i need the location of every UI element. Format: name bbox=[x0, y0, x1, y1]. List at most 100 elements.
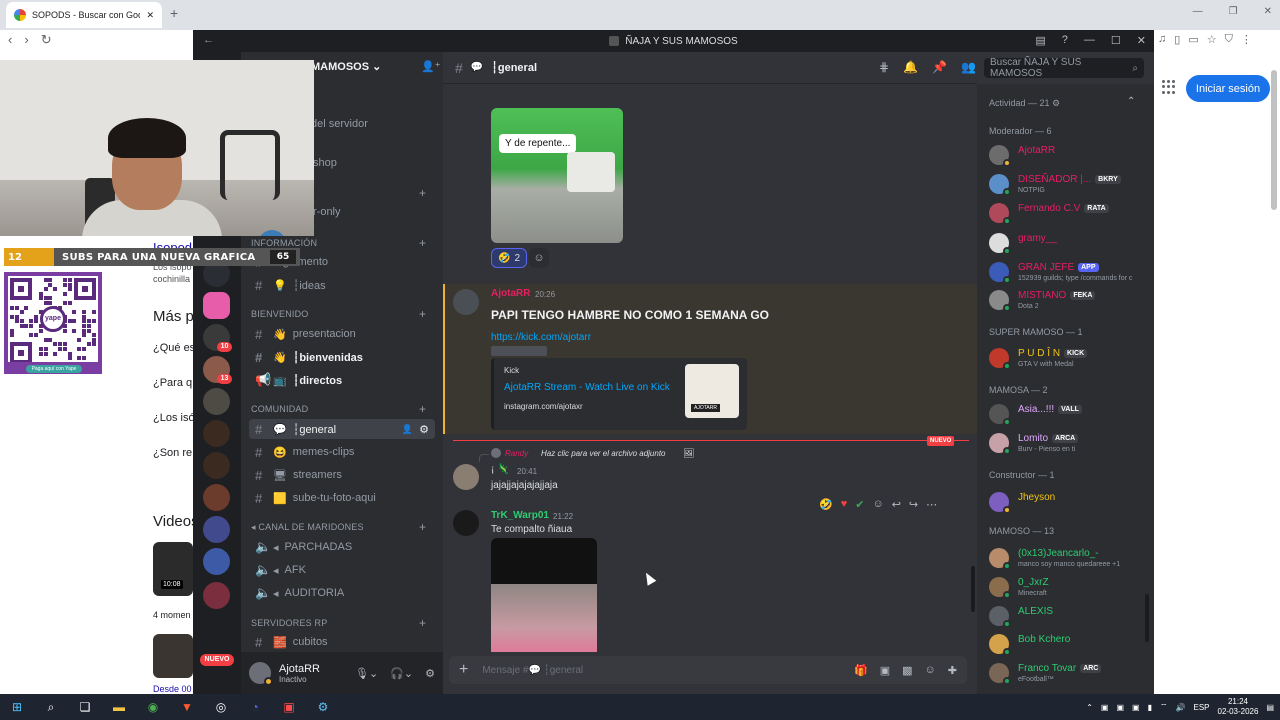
message-author[interactable]: AjotaRR bbox=[491, 288, 530, 299]
video-thumbnail-2[interactable] bbox=[153, 634, 193, 678]
channel-memes-clips[interactable]: # 😆 memes-clips bbox=[249, 442, 435, 462]
tray-app-icon[interactable]: ▣ bbox=[1116, 703, 1124, 712]
browser-tab[interactable]: SOPODS - Buscar con Google ✕ bbox=[6, 2, 162, 28]
channel-directos[interactable]: 📢 📺 ┆directos bbox=[249, 370, 435, 390]
close-tab-icon[interactable]: ✕ bbox=[146, 10, 154, 21]
add-channel-icon[interactable]: + bbox=[419, 236, 426, 250]
minimize-icon[interactable]: — bbox=[1193, 6, 1203, 17]
member-scrollbar[interactable] bbox=[1145, 594, 1149, 642]
restore-icon[interactable]: ❐ bbox=[1229, 6, 1238, 17]
add-member-icon[interactable]: 👤 bbox=[402, 424, 413, 435]
reload-icon[interactable]: ↻ bbox=[41, 32, 52, 48]
add-reaction-icon[interactable]: ☺ bbox=[872, 498, 883, 511]
brave-icon[interactable]: ▼ bbox=[170, 694, 204, 720]
server-icon[interactable] bbox=[203, 548, 230, 575]
heart-emoji-icon[interactable]: ♥ bbox=[841, 498, 848, 511]
maximize-icon[interactable]: ☐ bbox=[1111, 34, 1121, 47]
add-channel-icon[interactable]: + bbox=[419, 402, 426, 416]
member-item[interactable]: (0x13)Jeancarlo_- manco soy manco quedare… bbox=[989, 544, 1149, 572]
chevron-up-icon[interactable]: ⌃ bbox=[1127, 96, 1135, 107]
volume-icon[interactable]: 🔊 bbox=[1176, 703, 1186, 712]
embed-thumbnail[interactable]: AJOTARR bbox=[685, 364, 739, 418]
bell-icon[interactable]: 🔔 bbox=[903, 60, 918, 74]
voice-channel-parchadas[interactable]: 🔈 ◂ PARCHADAS bbox=[249, 537, 435, 557]
question-3[interactable]: ¿Los isó bbox=[153, 412, 195, 424]
category-maridones[interactable]: ◂ CANAL DE MARIDONES bbox=[251, 522, 364, 533]
server-icon[interactable] bbox=[203, 582, 230, 609]
reply-icon[interactable]: ↩ bbox=[892, 498, 901, 511]
upload-plus-icon[interactable]: + bbox=[459, 661, 468, 679]
member-item[interactable]: Bob Kchero bbox=[989, 630, 1149, 658]
search-input[interactable]: Buscar ÑAJA Y SUS MAMOSOS ⌕ bbox=[984, 57, 1144, 79]
server-icon[interactable] bbox=[203, 452, 230, 479]
member-item[interactable]: GRAN JEFE APP 152939 guilds; type /command… bbox=[989, 258, 1149, 286]
member-item[interactable]: Lomito ARCA Burv - Pienso en ti bbox=[989, 429, 1149, 457]
chat-scrollbar-thumb[interactable] bbox=[971, 566, 975, 612]
tray-app-icon[interactable]: ▣ bbox=[1132, 703, 1140, 712]
add-channel-icon[interactable]: + bbox=[419, 186, 426, 200]
chevron-up-icon[interactable]: ⌃ bbox=[1086, 703, 1093, 712]
obs-icon[interactable]: ◎ bbox=[204, 694, 238, 720]
server-icon[interactable] bbox=[203, 516, 230, 543]
video-thumbnail[interactable]: 10:08 bbox=[153, 542, 193, 596]
question-2[interactable]: ¿Para q bbox=[153, 377, 192, 389]
member-item[interactable]: ALEXIS bbox=[989, 602, 1149, 630]
server-icon[interactable] bbox=[203, 292, 230, 319]
gear-icon[interactable]: ⚙ bbox=[1052, 98, 1060, 108]
app-icon[interactable]: ▣ bbox=[272, 694, 306, 720]
category-bienvenido[interactable]: BIENVENIDO bbox=[251, 309, 309, 319]
member-item[interactable]: Franco Tovar ARC eFootball™ bbox=[989, 659, 1149, 687]
member-item[interactable]: Jheyson bbox=[989, 488, 1149, 516]
task-view-icon[interactable]: ❏ bbox=[68, 694, 102, 720]
member-item[interactable]: Fernando C.V RATA bbox=[989, 199, 1149, 227]
add-channel-icon[interactable]: + bbox=[419, 520, 426, 534]
channel-presentacion[interactable]: # 👋 presentacion bbox=[249, 324, 435, 344]
category-servidores[interactable]: SERVIDORES RP bbox=[251, 618, 327, 628]
more-icon[interactable]: ⋯ bbox=[926, 498, 937, 511]
hidden-channel[interactable]: shop bbox=[313, 157, 337, 169]
member-item[interactable]: Asia...!!! VALL bbox=[989, 400, 1149, 428]
channel-ideas[interactable]: # 💡 ┆ideas bbox=[249, 275, 435, 295]
hidden-channel[interactable]: r-only bbox=[313, 206, 341, 218]
emoji-icon[interactable]: ☺ bbox=[925, 664, 936, 677]
close-icon[interactable]: ✕ bbox=[1137, 34, 1146, 47]
chrome-icon[interactable]: ◉ bbox=[136, 694, 170, 720]
language-indicator[interactable]: ESP bbox=[1194, 703, 1210, 712]
message-link[interactable]: https://kick.com/ajotarr bbox=[491, 332, 591, 343]
headphones-icon[interactable]: 🎧⌄ bbox=[390, 667, 413, 680]
forward-icon[interactable]: ↪ bbox=[909, 498, 918, 511]
spoiler-block[interactable] bbox=[491, 346, 547, 356]
member-item[interactable]: DISEÑADOR |... BKRY NOTPIG bbox=[989, 170, 1149, 198]
channel-streamers[interactable]: # 🖥 streamers bbox=[249, 465, 435, 485]
question-1[interactable]: ¿Qué es bbox=[153, 342, 195, 354]
laugh-emoji-icon[interactable]: 🤣 bbox=[819, 498, 833, 511]
member-item[interactable]: AjotaRR bbox=[989, 141, 1149, 169]
channel-bienvenidas[interactable]: # 👋 ┆bienvenidas bbox=[249, 347, 435, 367]
add-channel-icon[interactable]: + bbox=[419, 616, 426, 630]
apps-icon[interactable]: ✚ bbox=[948, 664, 957, 677]
server-name[interactable]: MAMOSOS ⌄ bbox=[311, 60, 381, 73]
add-channel-icon[interactable]: + bbox=[419, 307, 426, 321]
channel-general[interactable]: # 💬 ┆general 👤 ⚙ bbox=[249, 419, 435, 439]
steam-icon[interactable]: ⚙ bbox=[306, 694, 340, 720]
member-item[interactable]: 0_JxrZ Minecraft bbox=[989, 573, 1149, 601]
embed-title[interactable]: AjotaRR Stream - Watch Live on Kick bbox=[504, 382, 670, 393]
message-composer[interactable]: + Mensaje #💬 ┆general 🎁 ▣ ▩ ☺ ✚ bbox=[449, 656, 967, 684]
member-item[interactable]: P U D Î N KICK GTA V with Medal bbox=[989, 344, 1149, 372]
avatar[interactable] bbox=[453, 464, 479, 490]
help-icon[interactable]: ? bbox=[1062, 34, 1068, 47]
reply-author[interactable]: Randy bbox=[505, 449, 528, 458]
file-explorer-icon[interactable]: ▬ bbox=[102, 694, 136, 720]
message-author[interactable]: TrK_Warp01 bbox=[491, 510, 549, 521]
gift-icon[interactable]: 🎁 bbox=[854, 664, 868, 677]
close-icon[interactable]: ✕ bbox=[1264, 6, 1272, 17]
star-icon[interactable]: ☆ bbox=[1207, 33, 1217, 46]
back-icon[interactable]: ‹ bbox=[8, 32, 12, 48]
server-icon[interactable] bbox=[203, 388, 230, 415]
gear-icon[interactable]: ⚙ bbox=[419, 423, 429, 436]
tray-app-icon[interactable]: ▣ bbox=[1101, 703, 1109, 712]
category-comunidad[interactable]: COMUNIDAD bbox=[251, 404, 308, 414]
question-4[interactable]: ¿Son re bbox=[153, 447, 192, 459]
signin-button[interactable]: Iniciar sesión bbox=[1186, 75, 1270, 102]
shield-icon[interactable]: ⛉ bbox=[1225, 33, 1233, 46]
